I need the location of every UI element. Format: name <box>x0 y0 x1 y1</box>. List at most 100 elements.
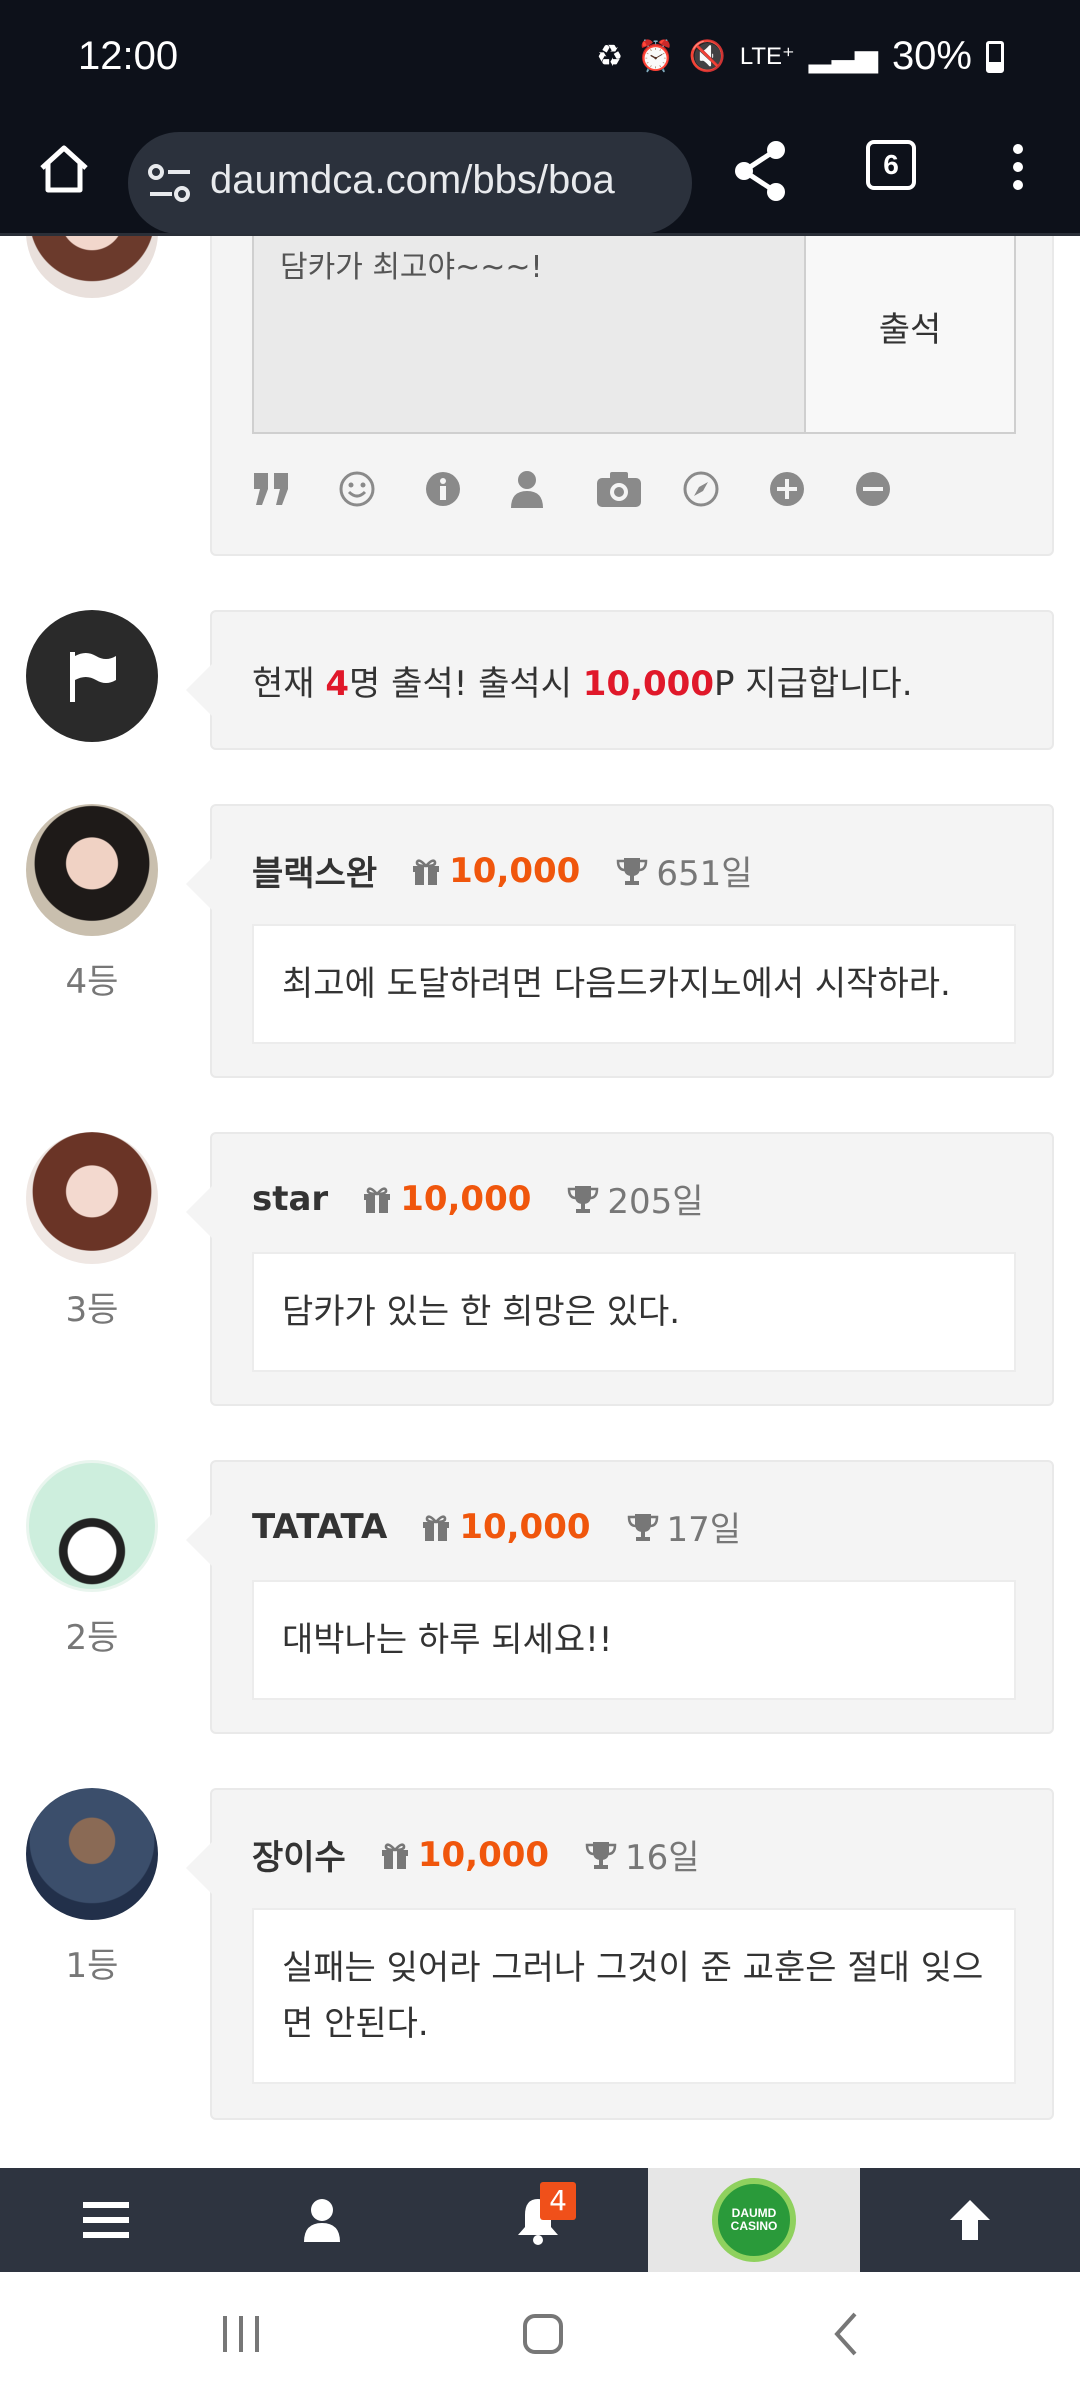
streak-info: 16일 <box>585 1830 700 1879</box>
notice-text: 현재 4명 출석! 출석시 10,000P 지급합니다. <box>252 656 913 705</box>
attendance-entry: TATATA 10,000 17일 대박나는 하루 되세요!! <box>186 1460 1054 1734</box>
user-icon[interactable] <box>510 464 596 514</box>
avatar[interactable] <box>26 1460 158 1592</box>
entry-header: 블랙스완 10,000 651일 <box>252 846 753 895</box>
trophy-icon <box>617 857 648 885</box>
days-value: 205일 <box>607 1182 704 1222</box>
points-value: 10,000 <box>400 1178 532 1219</box>
entry-message: 대박나는 하루 되세요!! <box>252 1580 1016 1700</box>
camera-icon[interactable] <box>596 464 682 514</box>
compose-card: 담카가 최고야~~~! 출석 <box>210 236 1054 556</box>
flag-avatar <box>26 610 158 742</box>
streak-info: 205일 <box>567 1174 704 1223</box>
gift-icon <box>423 1514 450 1541</box>
user-name[interactable]: star <box>252 1179 328 1219</box>
quote-icon[interactable] <box>252 464 338 514</box>
points-value: 10,000 <box>417 1834 550 1875</box>
system-navigation <box>0 2272 1080 2400</box>
avatar[interactable] <box>26 1132 158 1264</box>
menu-button[interactable] <box>0 2168 212 2272</box>
back-button[interactable] <box>812 2304 882 2364</box>
entry-message: 실패는 잊어라 그러나 그것이 준 교훈은 절대 잊으면 안된다. <box>252 1908 1016 2084</box>
entry-header: TATATA 10,000 17일 <box>252 1502 741 1551</box>
attendance-entry: star 10,000 205일 담카가 있는 한 희망은 있다. <box>186 1132 1054 1406</box>
points-info: 10,000 <box>362 1179 531 1219</box>
rank-label: 4등 <box>65 962 119 1002</box>
home-circle-icon <box>523 2314 563 2354</box>
share-icon <box>735 141 785 201</box>
gift-icon <box>381 1842 408 1869</box>
info-icon[interactable] <box>424 464 510 514</box>
card-pointer <box>186 1514 212 1566</box>
back-icon <box>834 2312 857 2356</box>
compose-toolbar <box>252 464 940 514</box>
recents-icon <box>223 2316 259 2352</box>
home-logo-button[interactable]: DAUMD CASINO <box>648 2168 860 2272</box>
avatar[interactable] <box>26 804 158 936</box>
trophy-icon <box>627 1513 658 1541</box>
share-button[interactable] <box>730 136 790 206</box>
card-pointer <box>186 858 212 910</box>
entry-message: 담카가 있는 한 희망은 있다. <box>252 1252 1016 1372</box>
recent-apps-button[interactable] <box>206 2304 276 2364</box>
browser-menu-button[interactable] <box>1004 136 1032 206</box>
avatar[interactable] <box>26 1788 158 1920</box>
attendance-entry: 장이수 10,000 16일 실패는 잊어라 그러나 그것이 준 교훈은 절대 … <box>186 1788 1054 2120</box>
minus-icon[interactable] <box>854 464 940 514</box>
points-info: 10,000 <box>411 851 580 891</box>
notice-suffix: P 지급합니다. <box>713 664 913 704</box>
streak-info: 17일 <box>627 1502 741 1551</box>
network-label: LTE⁺ <box>739 43 795 70</box>
streak-info: 651일 <box>616 846 753 895</box>
site-settings-icon[interactable] <box>148 162 192 204</box>
menu-dot <box>1013 144 1023 154</box>
attendance-entry: 블랙스완 10,000 651일 최고에 도달하려면 다음드카지노에서 시작하라… <box>186 804 1054 1078</box>
avatar[interactable] <box>26 236 158 298</box>
daumd-casino-logo: DAUMD CASINO <box>712 2178 796 2262</box>
profile-button[interactable] <box>216 2168 428 2272</box>
points-info: 10,000 <box>421 1506 591 1547</box>
emoji-icon[interactable] <box>338 464 424 514</box>
status-bar: 12:00 ♻ ⏰ 🔇 LTE⁺ ▂▃▅ 30% <box>0 0 1080 120</box>
gift-icon <box>413 858 440 885</box>
home-button[interactable] <box>34 138 94 198</box>
hamburger-icon <box>83 2202 129 2238</box>
address-bar[interactable]: daumdca.com/bbs/boa <box>128 132 692 234</box>
user-name[interactable]: 장이수 <box>252 1830 346 1879</box>
rank-label: 3등 <box>65 1290 119 1330</box>
entry-message: 최고에 도달하려면 다음드카지노에서 시작하라. <box>252 924 1016 1044</box>
scroll-top-button[interactable] <box>864 2168 1076 2272</box>
bottom-navigation: 4 DAUMD CASINO <box>0 2168 1080 2272</box>
tab-switcher-button[interactable]: 6 <box>866 140 916 190</box>
entry-header: star 10,000 205일 <box>252 1174 704 1223</box>
entry-header: 장이수 10,000 16일 <box>252 1830 700 1879</box>
points-value: 10,000 <box>459 1506 591 1547</box>
notification-badge: 4 <box>540 2182 576 2220</box>
browser-toolbar: daumdca.com/bbs/boa 6 <box>0 120 1080 236</box>
home-icon <box>40 145 88 193</box>
notifications-button[interactable]: 4 <box>432 2168 644 2272</box>
card-pointer <box>186 1186 212 1238</box>
attendance-board: 담카가 최고야~~~! 출석 현재 4명 출석! 출석시 10,000P 지급합… <box>0 236 1080 2168</box>
user-name[interactable]: TATATA <box>252 1507 387 1547</box>
recycle-icon: ♻ <box>596 40 624 73</box>
menu-dot <box>1013 180 1023 190</box>
points-value: 10,000 <box>449 850 581 891</box>
points-info: 10,000 <box>380 1835 549 1875</box>
home-nav-button[interactable] <box>508 2304 578 2364</box>
attend-submit-button[interactable]: 출석 <box>804 236 1016 434</box>
notice-count: 4 <box>325 664 350 704</box>
notice-prefix: 현재 <box>252 664 326 704</box>
url-text[interactable]: daumdca.com/bbs/boa <box>210 158 615 203</box>
battery-icon <box>986 40 1004 73</box>
plus-icon[interactable] <box>768 464 854 514</box>
flag-icon <box>70 652 116 702</box>
comment-textarea[interactable]: 담카가 최고야~~~! <box>252 236 804 434</box>
status-time: 12:00 <box>78 34 179 78</box>
rank-label: 2등 <box>65 1618 119 1658</box>
compass-icon[interactable] <box>682 464 768 514</box>
trophy-icon <box>585 1841 617 1869</box>
arrow-up-icon <box>950 2200 990 2240</box>
notice-points: 10,000 <box>582 664 714 704</box>
user-name[interactable]: 블랙스완 <box>252 846 377 895</box>
